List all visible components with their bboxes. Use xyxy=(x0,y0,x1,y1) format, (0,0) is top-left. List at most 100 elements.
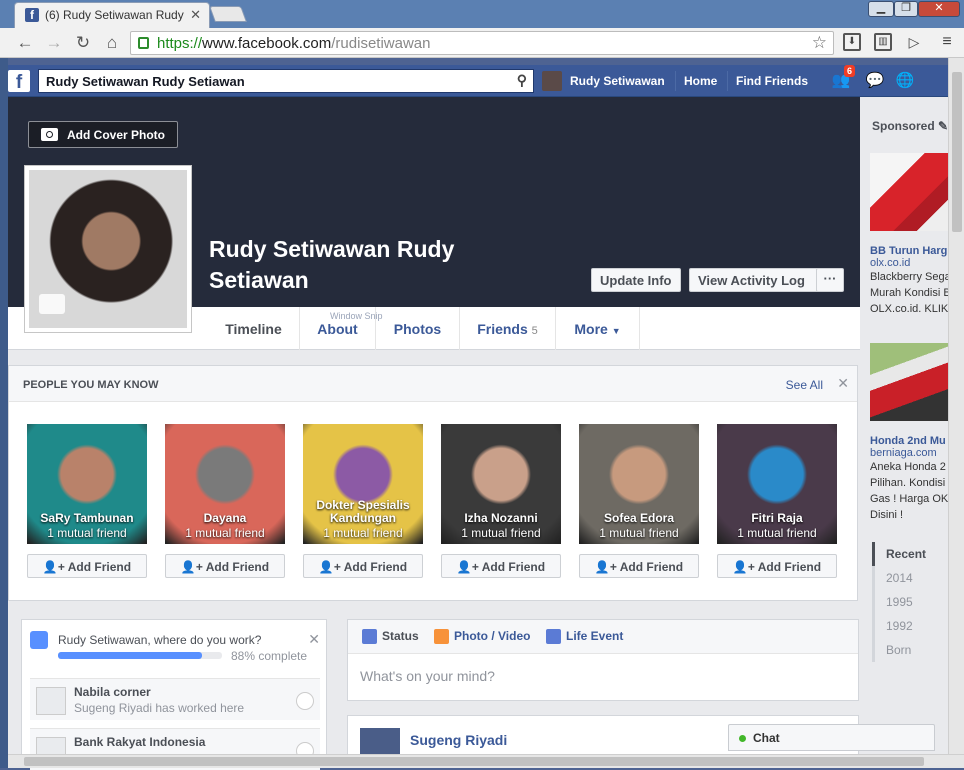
person-name[interactable]: Izha Nozanni xyxy=(441,512,561,525)
ad-text: Disini ! xyxy=(870,509,904,521)
person-photo[interactable]: Fitri Raja 1 mutual friend xyxy=(717,424,837,544)
nav-find-friends-link[interactable]: Find Friends xyxy=(726,71,818,91)
minimize-button[interactable]: ▁ xyxy=(868,1,894,17)
person-name[interactable]: Fitri Raja xyxy=(717,512,837,525)
chart-extension-icon[interactable]: ▥ xyxy=(874,33,892,51)
address-bar[interactable]: https://www.facebook.com/rudisetiwawan ☆ xyxy=(130,31,834,55)
search-input[interactable]: Rudy Setiwawan Rudy Setiawan ⚲ xyxy=(38,69,534,93)
work-suggestion-item[interactable]: Nabila corner Sugeng Riyadi has worked h… xyxy=(30,678,320,720)
composer-tab-life-event[interactable]: Life Event xyxy=(546,629,623,644)
vertical-scrollbar[interactable] xyxy=(948,58,964,754)
new-tab-button[interactable] xyxy=(209,6,247,22)
person-photo[interactable]: SaRy Tambunan 1 mutual friend xyxy=(27,424,147,544)
messages-icon[interactable]: 💬 xyxy=(864,71,886,91)
horizontal-scrollbar[interactable] xyxy=(8,754,964,768)
facebook-logo-icon[interactable]: f xyxy=(8,70,30,93)
nav-home-link[interactable]: Home xyxy=(674,71,729,91)
ad-domain[interactable]: berniaga.com xyxy=(870,447,948,459)
ad-title[interactable]: BB Turun Harg xyxy=(870,245,948,257)
search-icon[interactable]: ⚲ xyxy=(517,72,527,89)
online-status-icon xyxy=(739,735,746,742)
ad-image[interactable] xyxy=(870,343,948,421)
mutual-friends[interactable]: 1 mutual friend xyxy=(165,526,285,540)
timeline-nav-recent[interactable]: Recent xyxy=(872,542,942,566)
mutual-friends[interactable]: 1 mutual friend xyxy=(579,526,699,540)
profile-name[interactable]: Rudy Setiwawan Rudy Setiawan xyxy=(209,234,509,296)
person-photo[interactable]: Dayana 1 mutual friend xyxy=(165,424,285,544)
mutual-friends[interactable]: 1 mutual friend xyxy=(27,526,147,540)
timeline-nav-born[interactable]: Born xyxy=(872,638,942,662)
chat-label: Chat xyxy=(753,731,780,745)
tab-timeline[interactable]: Timeline xyxy=(208,307,300,350)
add-friend-button[interactable]: 👤+ Add Friend xyxy=(579,554,699,578)
person-photo[interactable]: Izha Nozanni 1 mutual friend xyxy=(441,424,561,544)
ad-text: Aneka Honda 2 xyxy=(870,461,946,473)
company-logo xyxy=(36,687,66,715)
person-photo[interactable]: Sofea Edora 1 mutual friend xyxy=(579,424,699,544)
story-author[interactable]: Sugeng Riyadi xyxy=(410,732,507,748)
person-name[interactable]: Sofea Edora xyxy=(579,512,699,525)
tab-friends[interactable]: Friends 5 xyxy=(460,307,556,350)
mutual-friends[interactable]: 1 mutual friend xyxy=(441,526,561,540)
ad-image[interactable] xyxy=(870,153,948,231)
forward-arrow-icon[interactable]: → xyxy=(43,33,65,53)
ad-item[interactable]: BB Turun Harg olx.co.id Blackberry Sega … xyxy=(870,153,948,317)
ad-domain[interactable]: olx.co.id xyxy=(870,257,948,269)
work-select-radio[interactable] xyxy=(296,692,314,710)
person-name[interactable]: Dokter Spesialis Kandungan xyxy=(303,499,423,525)
close-icon[interactable]: ✕ xyxy=(308,631,320,648)
home-icon[interactable]: ⌂ xyxy=(101,33,123,53)
tab-close-icon[interactable]: ✕ xyxy=(190,7,201,23)
update-info-button[interactable]: Update Info xyxy=(591,268,681,292)
timeline-nav-year[interactable]: 2014 xyxy=(872,566,942,590)
facebook-favicon-icon: f xyxy=(25,8,39,22)
person-name[interactable]: Dayana xyxy=(165,512,285,525)
browser-tab[interactable]: f (6) Rudy Setiwawan Rudy ✕ xyxy=(14,2,210,28)
add-friend-button[interactable]: 👤+ Add Friend xyxy=(27,554,147,578)
tab-more[interactable]: More ▼ xyxy=(556,307,640,350)
tab-photos[interactable]: Photos xyxy=(376,307,460,350)
ad-title[interactable]: Honda 2nd Mu xyxy=(870,435,948,447)
composer-tab-photo-video[interactable]: Photo / Video xyxy=(434,629,530,644)
composer-input[interactable]: What's on your mind? xyxy=(360,668,495,684)
timeline-nav-year[interactable]: 1992 xyxy=(872,614,942,638)
vertical-scroll-thumb[interactable] xyxy=(952,72,962,232)
close-icon[interactable]: ✕ xyxy=(837,375,849,392)
see-all-link[interactable]: See All xyxy=(786,378,823,392)
play-icon[interactable]: ▷ xyxy=(905,33,923,51)
more-options-button[interactable]: ··· xyxy=(816,268,844,292)
person-card: Dokter Spesialis Kandungan 1 mutual frien… xyxy=(303,424,423,578)
chat-bar[interactable]: Chat xyxy=(728,724,935,751)
camera-icon[interactable] xyxy=(39,294,65,314)
profile-tabs: Timeline About Photos Friends 5 More ▼ xyxy=(208,307,860,350)
bookmark-star-icon[interactable]: ☆ xyxy=(812,33,827,53)
close-window-button[interactable]: ✕ xyxy=(918,1,960,17)
notifications-globe-icon[interactable]: 🌐 xyxy=(894,71,916,91)
friend-requests-icon[interactable]: 👥 6 xyxy=(830,65,856,91)
add-friend-button[interactable]: 👤+ Add Friend xyxy=(441,554,561,578)
mutual-friends[interactable]: 1 mutual friend xyxy=(717,526,837,540)
maximize-button[interactable]: ❐ xyxy=(894,1,918,17)
ad-text: Pilihan. Kondisi xyxy=(870,477,946,489)
back-arrow-icon[interactable]: ← xyxy=(14,33,36,53)
person-photo[interactable]: Dokter Spesialis Kandungan 1 mutual frien… xyxy=(303,424,423,544)
nav-profile-link[interactable]: Rudy Setiwawan xyxy=(542,71,676,91)
mutual-friends[interactable]: 1 mutual friend xyxy=(303,526,423,540)
ad-item[interactable]: Honda 2nd Mu berniaga.com Aneka Honda 2 … xyxy=(870,343,948,523)
profile-picture[interactable] xyxy=(24,165,192,333)
composer-tab-status[interactable]: Status xyxy=(362,629,419,644)
download-icon[interactable]: ⬇ xyxy=(843,33,861,51)
add-friend-button[interactable]: 👤+ Add Friend xyxy=(303,554,423,578)
timeline-nav-year[interactable]: 1995 xyxy=(872,590,942,614)
add-cover-photo-button[interactable]: Add Cover Photo xyxy=(28,121,178,148)
person-card: SaRy Tambunan 1 mutual friend 👤+ Add Frien… xyxy=(27,424,147,578)
add-friend-button[interactable]: 👤+ Add Friend xyxy=(717,554,837,578)
menu-icon[interactable]: ≡ xyxy=(938,33,956,51)
reload-icon[interactable]: ↻ xyxy=(72,33,94,53)
add-friend-label: Add Friend xyxy=(67,560,132,574)
pymk-header: PEOPLE YOU MAY KNOW See All ✕ xyxy=(9,366,857,402)
tab-more-label: More xyxy=(574,321,608,337)
person-name[interactable]: SaRy Tambunan xyxy=(27,512,147,525)
add-friend-button[interactable]: 👤+ Add Friend xyxy=(165,554,285,578)
horizontal-scroll-thumb[interactable] xyxy=(24,757,924,766)
